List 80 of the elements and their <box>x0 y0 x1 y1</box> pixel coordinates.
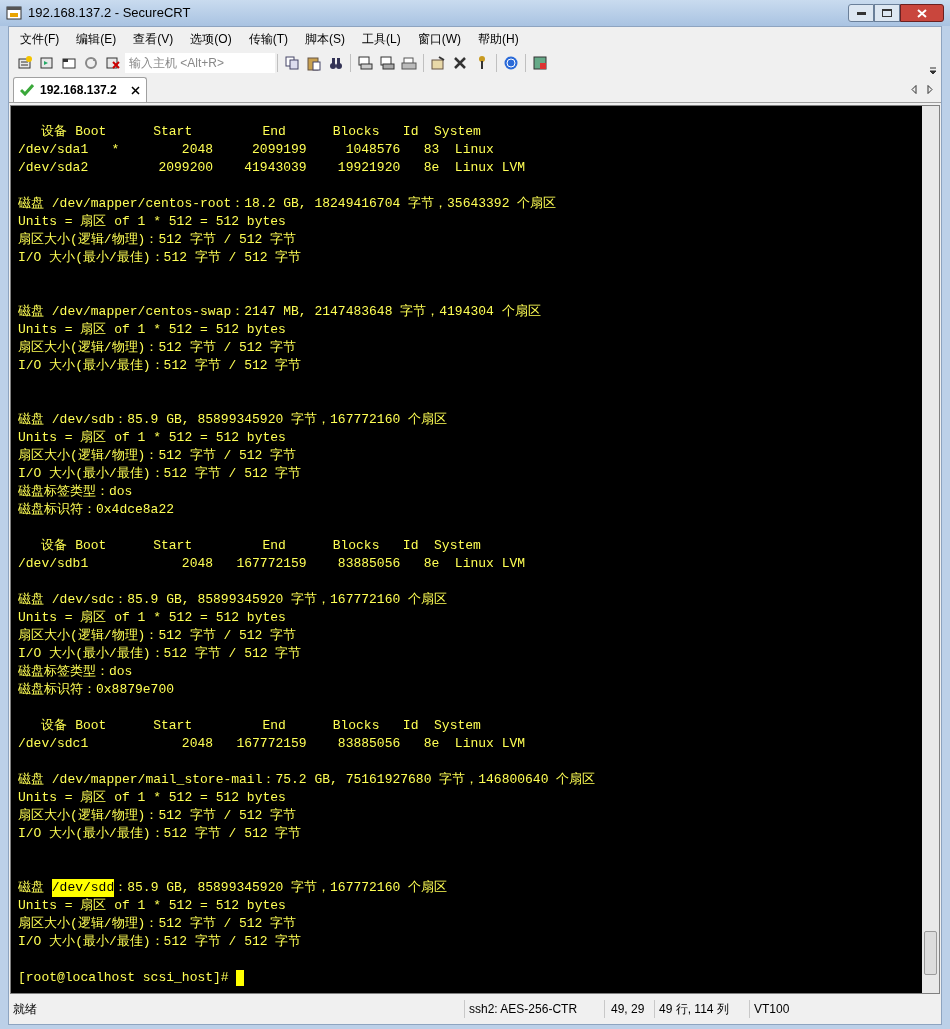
terminal-line: 磁盘标识符：0x8879e700 <box>18 681 175 699</box>
menu-item[interactable]: 工具(L) <box>359 30 404 48</box>
terminal-line: Units = 扇区 of 1 * 512 = 512 bytes <box>18 897 287 915</box>
terminal-line: /dev/sdc1 2048 167772159 83885056 8e Linux LVM <box>18 735 527 753</box>
terminal-text: ：85.9 GB, 85899345920 字节，167772160 个扇区 <box>114 879 448 897</box>
binoculars-icon[interactable] <box>328 55 344 71</box>
terminal-line: Units = 扇区 of 1 * 512 = 512 bytes <box>18 321 287 339</box>
screen-icon[interactable] <box>532 55 548 71</box>
print-icon[interactable] <box>357 55 373 71</box>
minimize-icon <box>856 11 866 15</box>
session-options-icon[interactable] <box>430 55 446 71</box>
shell-prompt: [root@localhost scsi_host]# <box>18 969 230 987</box>
terminal-line: 磁盘 /dev/mapper/mail_store-mail：75.2 GB, 75161927680 字节，146800640 个扇区 <box>18 771 597 789</box>
status-text: 就绪 <box>12 1001 38 1018</box>
highlighted-text: /dev/sdd <box>51 879 115 897</box>
terminal-line: 磁盘标识符：0x4dce8a22 <box>18 501 175 519</box>
terminal-line: 设备 Boot Start End Blocks Id System <box>40 123 482 141</box>
scroll-right-icon[interactable] <box>927 85 933 94</box>
terminal-size: 49 行, 114 列 <box>654 1000 749 1018</box>
terminal-line: Units = 扇区 of 1 * 512 = 512 bytes <box>18 609 287 627</box>
terminal-line: I/O 大小(最小/最佳)：512 字节 / 512 字节 <box>18 249 303 267</box>
terminal-line: I/O 大小(最小/最佳)：512 字节 / 512 字节 <box>18 645 303 663</box>
terminal-line: Units = 扇区 of 1 * 512 = 512 bytes <box>18 213 287 231</box>
menu-item[interactable]: 文件(F) <box>17 30 63 48</box>
close-icon <box>917 8 927 18</box>
terminal-line: /dev/sda2 2099200 41943039 19921920 8e Linux LVM <box>18 159 527 177</box>
terminal-line: /dev/sda1 * 2048 2099199 1048576 83 Linux <box>18 141 495 159</box>
menu-item[interactable]: 查看(V) <box>130 30 177 48</box>
terminal-line: I/O 大小(最小/最佳)：512 字节 / 512 字节 <box>18 357 303 375</box>
terminal-line: 扇区大小(逻辑/物理)：512 字节 / 512 字节 <box>18 915 298 933</box>
maximize-icon <box>882 9 892 17</box>
terminal-line: 扇区大小(逻辑/物理)：512 字节 / 512 字节 <box>18 807 298 825</box>
terminal-line: 磁盘标签类型：dos <box>18 663 134 681</box>
overflow-icon[interactable] <box>929 65 937 75</box>
printer-icon[interactable] <box>401 55 417 71</box>
quick-connect-icon[interactable] <box>39 55 55 71</box>
terminal-line: Units = 扇区 of 1 * 512 = 512 bytes <box>18 789 287 807</box>
scrollbar[interactable] <box>922 106 939 993</box>
emulation-text: VT100 <box>749 1000 790 1018</box>
cursor-position: 49, 29 <box>604 1000 654 1018</box>
connect-icon[interactable] <box>17 55 33 71</box>
terminal-line: 磁盘 /dev/mapper/centos-swap：2147 MB, 2147483648 字节，4194304 个扇区 <box>18 303 542 321</box>
session-tab[interactable]: 192.168.137.2 <box>13 77 147 102</box>
maximize-button[interactable] <box>874 4 900 22</box>
terminal-line: 设备 Boot Start End Blocks Id System <box>40 717 482 735</box>
terminal-line: 磁盘 /dev/sdb：85.9 GB, 85899345920 字节，167772160 个扇区 <box>18 411 449 429</box>
minimize-button[interactable] <box>848 4 874 22</box>
terminal-line: 扇区大小(逻辑/物理)：512 字节 / 512 字节 <box>18 447 298 465</box>
terminal-line: I/O 大小(最小/最佳)：512 字节 / 512 字节 <box>18 465 303 483</box>
paste-icon[interactable] <box>306 55 322 71</box>
terminal-text: 磁盘 <box>18 879 45 897</box>
scrollbar-thumb[interactable] <box>924 931 937 975</box>
tab-connect-icon[interactable] <box>61 55 77 71</box>
menu-item[interactable]: 编辑(E) <box>73 30 120 48</box>
menu-item[interactable]: 传输(T) <box>245 30 291 48</box>
window-title: 192.168.137.2 - SecureCRT <box>28 4 191 23</box>
menu-item[interactable]: 窗口(W) <box>414 30 464 48</box>
host-field[interactable]: 输入主机 <Alt+R> <box>125 53 275 73</box>
close-tab-icon[interactable] <box>130 85 140 95</box>
disconnect-icon[interactable] <box>105 55 121 71</box>
terminal-line: 磁盘 /dev/mapper/centos-root：18.2 GB, 18249416704 字节，35643392 个扇区 <box>18 195 558 213</box>
terminal-line: 扇区大小(逻辑/物理)：512 字节 / 512 字节 <box>18 339 298 357</box>
terminal-line: 设备 Boot Start End Blocks Id System <box>40 537 482 555</box>
menu-item[interactable]: 选项(O) <box>187 30 235 48</box>
terminal-line: 磁盘 /dev/sdc：85.9 GB, 85899345920 字节，167772160 个扇区 <box>18 591 449 609</box>
app-icon <box>6 5 22 21</box>
terminal-line: 扇区大小(逻辑/物理)：512 字节 / 512 字节 <box>18 231 298 249</box>
scroll-left-icon[interactable] <box>911 85 917 94</box>
menu-item[interactable]: 帮助(H) <box>475 30 522 48</box>
terminal-line: 扇区大小(逻辑/物理)：512 字节 / 512 字节 <box>18 627 298 645</box>
close-button[interactable] <box>900 4 944 22</box>
cipher-text: ssh2: AES-256-CTR <box>464 1000 604 1018</box>
print-selection-icon[interactable] <box>379 55 395 71</box>
terminal-line: 磁盘标签类型：dos <box>18 483 134 501</box>
terminal-line: I/O 大小(最小/最佳)：512 字节 / 512 字节 <box>18 933 303 951</box>
terminal-line: /dev/sdb1 2048 167772159 83885056 8e Linux LVM <box>18 555 527 573</box>
terminal-line: I/O 大小(最小/最佳)：512 字节 / 512 字节 <box>18 825 303 843</box>
copy-icon[interactable] <box>284 55 300 71</box>
terminal-line: Units = 扇区 of 1 * 512 = 512 bytes <box>18 429 287 447</box>
menu-item[interactable]: 脚本(S) <box>302 30 348 48</box>
